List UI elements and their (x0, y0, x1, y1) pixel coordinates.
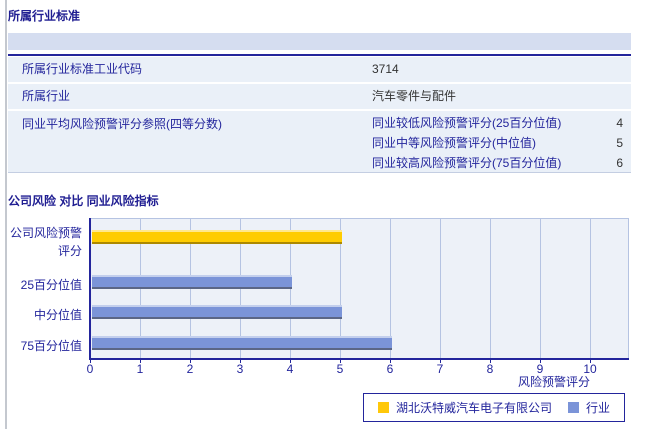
row-label: 所属行业 (22, 89, 71, 103)
bar-industry-p25 (92, 275, 292, 289)
x-tick-label: 4 (286, 362, 294, 376)
page-left-border (5, 0, 7, 429)
x-axis-title: 风险预警评分 (517, 375, 590, 389)
y-axis-label-company-score: 公司风险预警评分 (9, 226, 82, 258)
x-gridline (440, 219, 441, 359)
table-header-band (8, 33, 631, 50)
x-tick-label: 3 (236, 362, 244, 376)
x-tick-label: 8 (486, 362, 494, 376)
row-value: 3714 (372, 62, 399, 76)
subrow-label: 同业较高风险预警评分(75百分位值) (372, 156, 562, 170)
row-value: 汽车零件与配件 (372, 89, 457, 103)
row-label: 所属行业标准工业代码 (22, 62, 143, 76)
x-tick-label: 6 (386, 362, 394, 376)
row-label: 同业平均风险预警评分参照(四等分数) (22, 117, 222, 131)
x-tick-label: 5 (336, 362, 344, 376)
x-gridline (540, 219, 541, 359)
x-tick-label: 2 (186, 362, 194, 376)
company-report-page: 所属行业标准 所属行业标准工业代码 3714 所属行业 汽车零件与配件 同业平均… (0, 0, 645, 429)
x-tick-label: 7 (436, 362, 444, 376)
y-axis-label-p75: 75百分位值 (20, 339, 82, 353)
subrow-label: 同业较低风险预警评分(25百分位值) (372, 116, 562, 130)
legend-swatch-company (377, 402, 389, 413)
subrow-medium-risk: 同业中等风险预警评分(中位值) 5 (372, 133, 623, 153)
table-row-peer-scores: 同业平均风险预警评分参照(四等分数) 同业较低风险预警评分(25百分位值) 4 … (8, 111, 631, 173)
table-top-rule (8, 54, 631, 56)
bar-industry-median (92, 305, 342, 319)
subrow-high-risk: 同业较高风险预警评分(75百分位值) 6 (372, 153, 623, 173)
x-gridline (490, 219, 491, 359)
legend-label-company: 湖北沃特威汽车电子有限公司 (395, 401, 552, 415)
subrow-label: 同业中等风险预警评分(中位值) (372, 136, 536, 150)
chart-plot-area (90, 218, 629, 359)
bar-company-score (92, 230, 342, 244)
chart-legend: 湖北沃特威汽车电子有限公司 行业 (363, 393, 625, 422)
x-tick-label: 0 (86, 362, 94, 376)
subrow-value: 6 (616, 156, 623, 170)
section-title-risk-comparison: 公司风险 对比 同业风险指标 (8, 194, 159, 208)
subrow-value: 4 (616, 116, 623, 130)
subrow-value: 5 (616, 136, 623, 150)
table-row-industry: 所属行业 汽车零件与配件 (8, 84, 631, 109)
subrow-low-risk: 同业较低风险预警评分(25百分位值) 4 (372, 113, 623, 133)
section-title-industry-standard: 所属行业标准 (8, 9, 81, 23)
table-row-sic-code: 所属行业标准工业代码 3714 (8, 57, 631, 82)
legend-swatch-industry (568, 402, 579, 413)
legend-label-industry: 行业 (586, 401, 611, 415)
x-gridline (590, 219, 591, 359)
bar-industry-p75 (92, 336, 392, 350)
peer-score-subrows: 同业较低风险预警评分(25百分位值) 4 同业中等风险预警评分(中位值) 5 同… (372, 113, 623, 173)
y-axis-label-p25: 25百分位值 (20, 278, 82, 292)
x-tick-label: 1 (136, 362, 144, 376)
y-axis-label-median: 中分位值 (33, 308, 82, 322)
y-axis-line (89, 218, 91, 359)
